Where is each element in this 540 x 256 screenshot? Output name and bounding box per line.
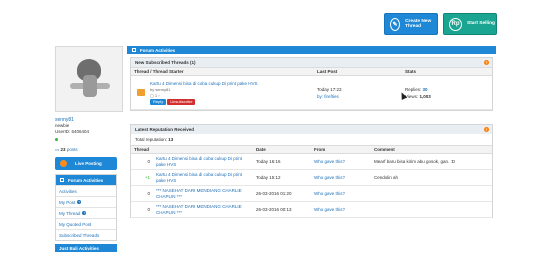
- live-posting-button[interactable]: Live Posting: [55, 157, 117, 170]
- col-stats: Stats: [405, 69, 417, 74]
- main-content: Forum Activities New Subscribed Threads …: [127, 46, 496, 256]
- sidebar: senny81 newbie UserID: 6406404 ▭ 23 post…: [55, 46, 123, 256]
- sidebar-item-my-post[interactable]: My Post?: [56, 196, 116, 207]
- help-icon[interactable]: ?: [82, 211, 87, 215]
- panel-icon: [132, 48, 136, 52]
- col-last-post: Last Post: [317, 69, 338, 74]
- just-bali-panel: Just Bali Activities: [55, 244, 117, 252]
- forum-activities-panel: Forum Activities Activities My Post? My …: [55, 174, 117, 241]
- subscribed-table-header: Thread / Thread Starter Last Post Stats: [131, 67, 492, 76]
- avatar[interactable]: [55, 46, 123, 112]
- sidebar-item-subscribed-threads[interactable]: Subscribed Threads: [56, 229, 116, 240]
- user-id: UserID: 6406404: [55, 129, 90, 134]
- who-gave-link[interactable]: Who gave this?: [311, 207, 371, 212]
- reputation-header: Latest Reputation Received ?: [131, 125, 492, 134]
- info-icon[interactable]: ?: [484, 127, 489, 132]
- table-row: 0 *** NASEHAT DARI MENDIANG CHARLIE CHAP…: [131, 186, 492, 202]
- start-selling-button[interactable]: Rp Start Selling: [443, 13, 497, 35]
- subscribed-threads-box: New Subscribed Threads (1) ? Thread / Th…: [130, 57, 493, 111]
- help-icon[interactable]: ?: [77, 200, 82, 204]
- who-gave-link[interactable]: Who gave this?: [311, 159, 371, 164]
- sidebar-item-my-thread[interactable]: My Thread?: [56, 207, 116, 218]
- table-row: +1 Kartu 4 Dimensi bisa di coba cukup Di…: [131, 170, 492, 186]
- last-post-time: Today 17:23: [317, 86, 342, 92]
- who-gave-link[interactable]: Who gave this?: [311, 175, 371, 180]
- reputation-table-header: Thread Date From Comment: [131, 145, 492, 154]
- pencil-icon: ✎: [390, 17, 401, 31]
- table-row: 0 Kartu 4 Dimensi bisa di coba cukup Di …: [131, 154, 492, 170]
- info-icon[interactable]: ?: [484, 60, 489, 65]
- top-bar: ✎ Create New Thread Rp Start Selling: [0, 0, 540, 44]
- reputation-thread-link[interactable]: Kartu 4 Dimensi bisa di coba cukup Di pr…: [153, 156, 253, 167]
- posts-count[interactable]: ▭ 23 posts: [55, 147, 123, 153]
- who-gave-link[interactable]: Who gave this?: [311, 191, 371, 196]
- col-thread: Thread / Thread Starter: [134, 69, 184, 74]
- last-post-by[interactable]: by: firefties: [317, 93, 402, 100]
- reputation-thread-link[interactable]: *** NASEHAT DARI MENDIANG CHARLIE CHAPLI…: [153, 188, 253, 199]
- unsubscribe-button[interactable]: Unsubscribe: [167, 98, 196, 105]
- sidebar-item-activities[interactable]: Activities: [56, 185, 116, 196]
- live-icon: [60, 160, 67, 167]
- create-thread-label: Create New Thread: [405, 18, 432, 30]
- chat-icon: ▭: [55, 147, 60, 152]
- table-row: Kartu 4 Dimensi bisa di coba cukup Di pr…: [131, 76, 492, 110]
- total-reputation: Total reputation: 13: [135, 137, 174, 142]
- sidebar-item-my-quoted-post[interactable]: My Quoted Post: [56, 218, 116, 229]
- replies-stat: Replies: 30: [405, 86, 428, 92]
- reply-button[interactable]: Reply: [150, 98, 167, 105]
- panel-icon: [60, 178, 64, 182]
- just-bali-header[interactable]: Just Bali Activities: [55, 244, 117, 252]
- main-header: Forum Activities: [127, 46, 496, 54]
- subscribed-header: New Subscribed Threads (1) ?: [131, 58, 492, 67]
- create-thread-button[interactable]: ✎ Create New Thread: [384, 13, 438, 35]
- online-status-icon: [55, 138, 58, 141]
- table-row: 0 *** NASEHAT DARI MENDIANG CHARLIE CHAP…: [131, 202, 492, 218]
- rp-icon: Rp: [449, 17, 462, 31]
- profile-info: senny81 newbie UserID: 6406404: [55, 117, 123, 143]
- start-selling-label: Start Selling: [467, 21, 495, 27]
- views-stat: Views: 1,003: [405, 93, 431, 99]
- forum-activities-header: Forum Activities: [56, 175, 116, 185]
- reputation-box: Latest Reputation Received ? Total reput…: [130, 124, 493, 218]
- reputation-thread-link[interactable]: *** NASEHAT DARI MENDIANG CHARLIE CHAPLI…: [153, 204, 253, 215]
- thread-icon: [136, 89, 145, 96]
- page-icons: ▢ 1 ›: [150, 92, 160, 98]
- reputation-thread-link[interactable]: Kartu 4 Dimensi bisa di coba cukup Di pr…: [153, 172, 253, 183]
